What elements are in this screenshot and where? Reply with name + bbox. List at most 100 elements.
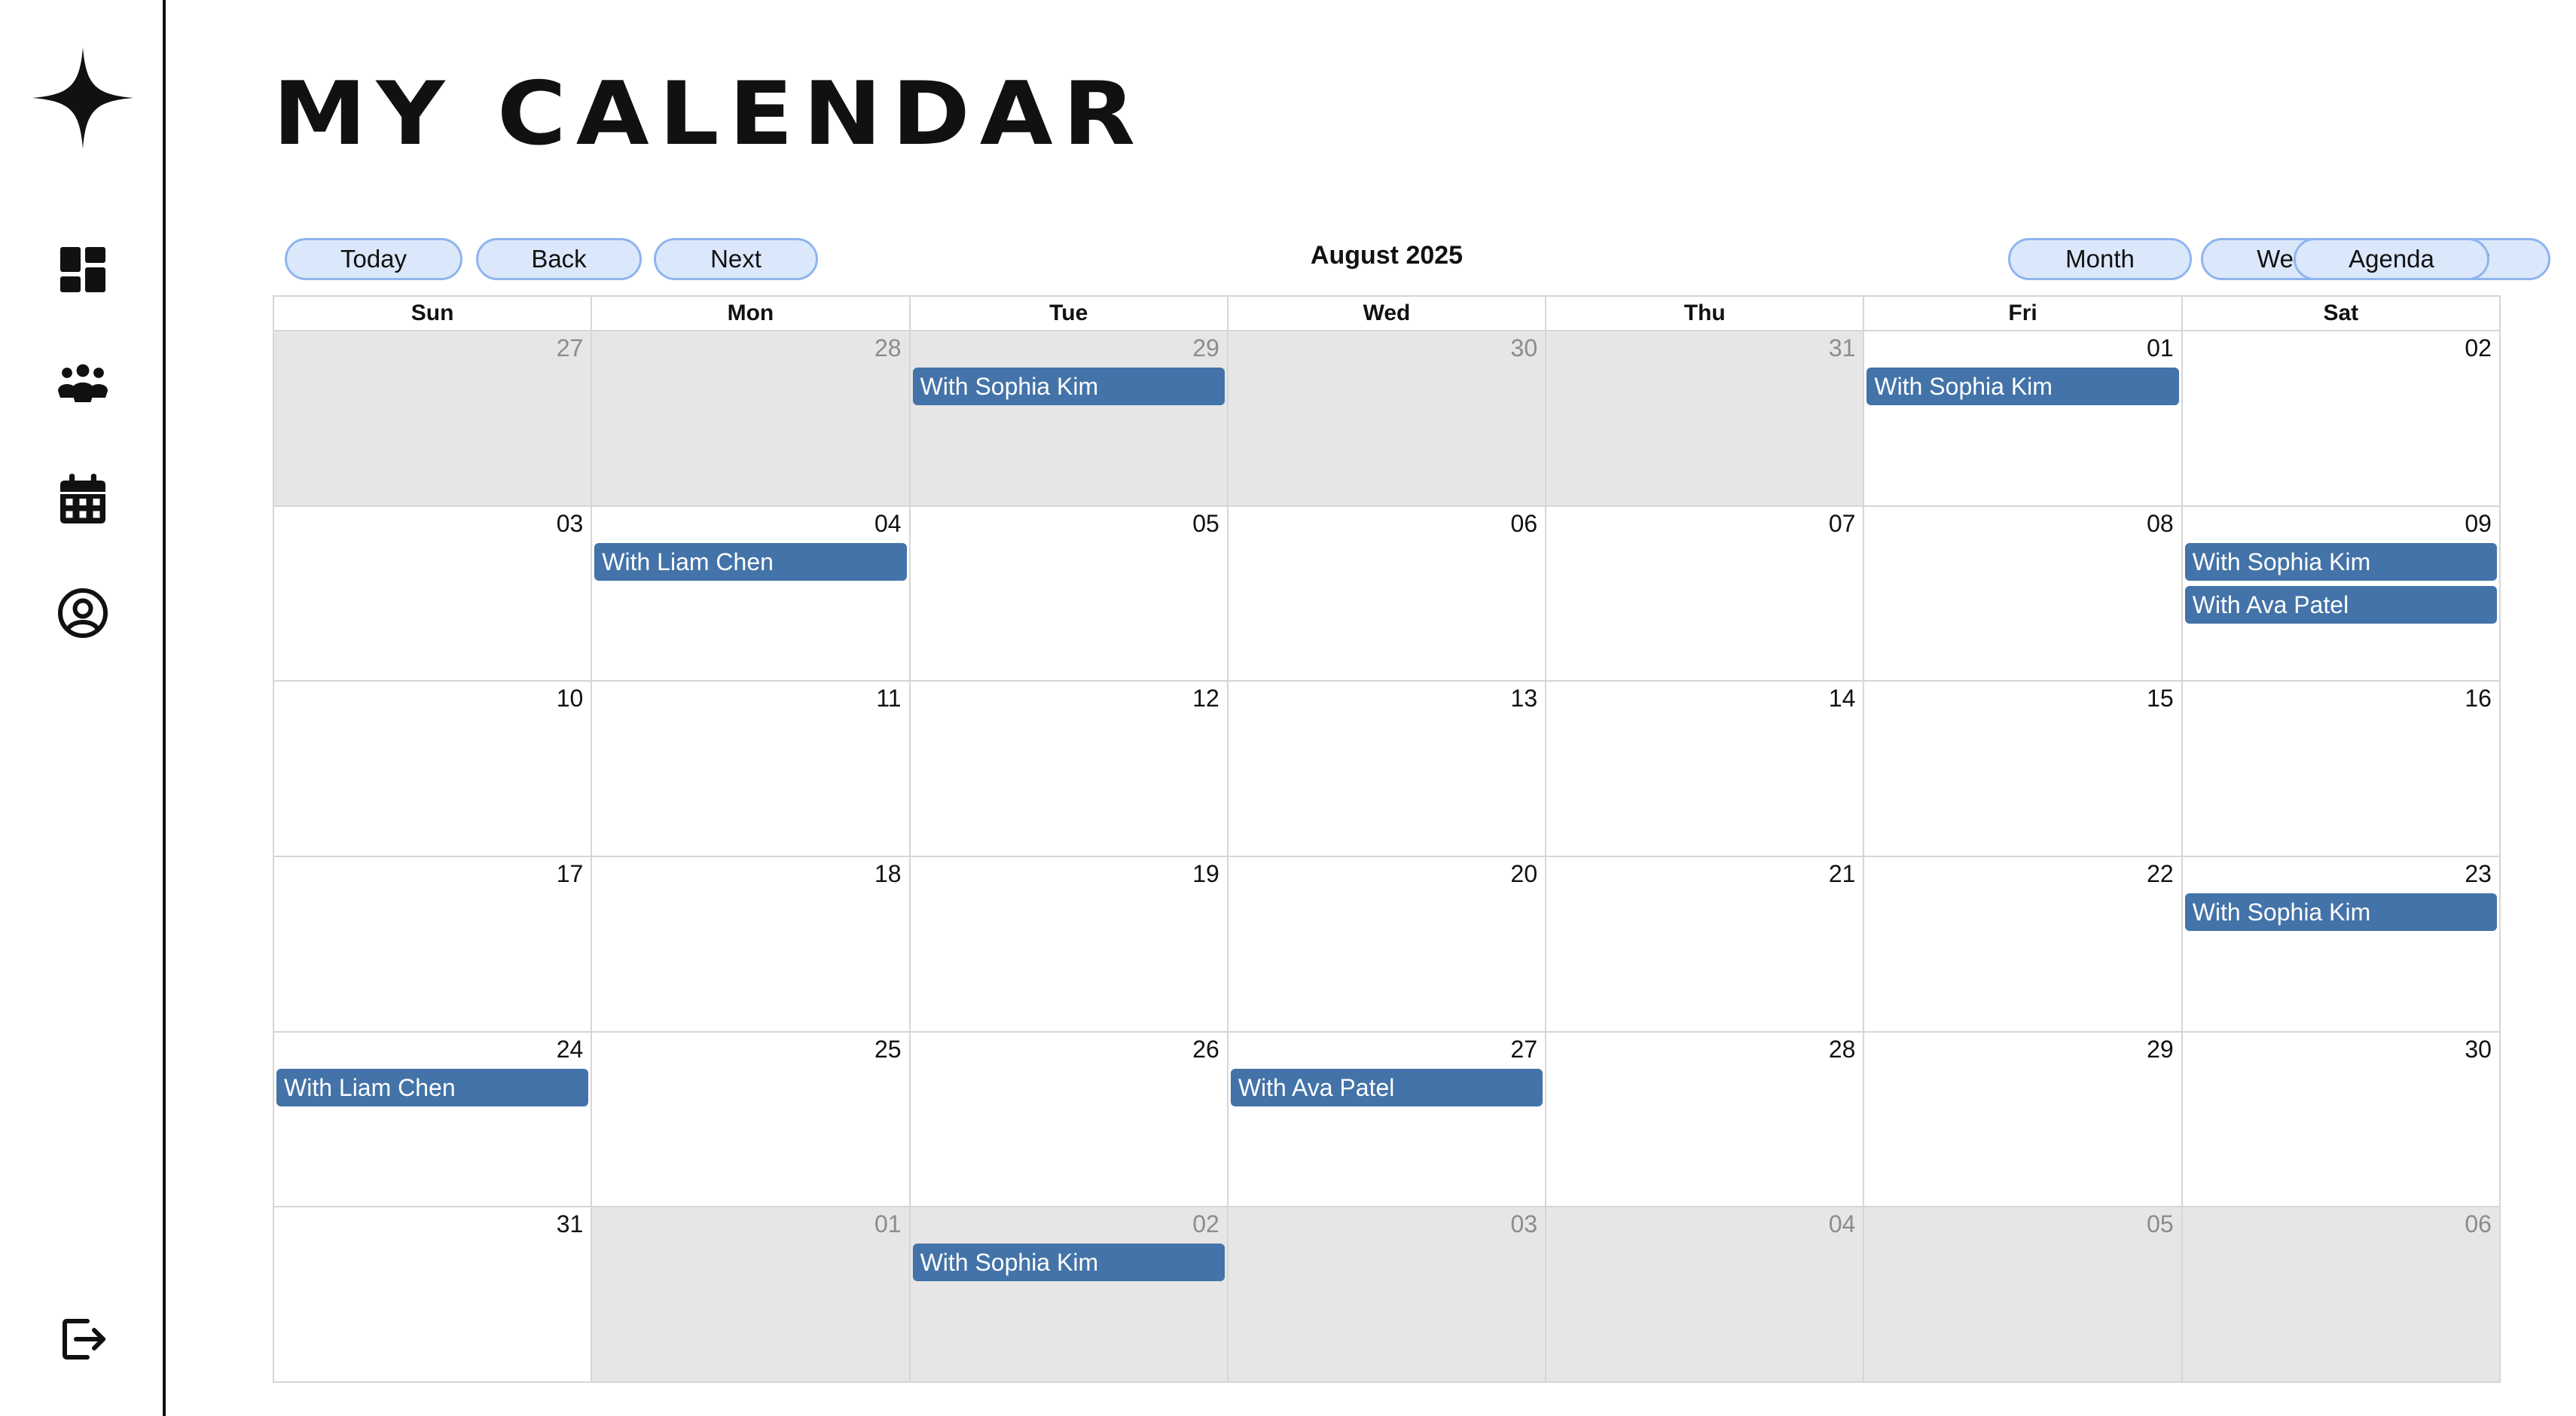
event-chip[interactable]: With Sophia Kim <box>912 368 1225 405</box>
day-cell[interactable]: 17 <box>274 857 591 1031</box>
day-number[interactable]: 26 <box>1192 1036 1219 1064</box>
view-agenda-button[interactable]: Agenda <box>2294 238 2489 280</box>
day-cell[interactable]: 22 <box>1863 857 2181 1031</box>
day-number[interactable]: 03 <box>1511 1210 1538 1238</box>
day-cell[interactable]: 15 <box>1863 682 2181 856</box>
day-number[interactable]: 13 <box>1511 685 1538 713</box>
day-cell[interactable]: 05 <box>908 506 1227 681</box>
day-number[interactable]: 18 <box>874 860 902 888</box>
day-number[interactable]: 15 <box>2147 685 2174 713</box>
day-number[interactable]: 31 <box>557 1210 584 1238</box>
day-number[interactable]: 04 <box>874 510 902 538</box>
day-cell[interactable]: 11 <box>591 682 909 856</box>
sidebar-item-calendar[interactable] <box>45 462 121 538</box>
day-number[interactable]: 14 <box>1829 685 1856 713</box>
day-number[interactable]: 05 <box>1192 510 1219 538</box>
day-cell[interactable]: 04 With Liam Chen <box>591 506 909 681</box>
day-number[interactable]: 04 <box>1829 1210 1856 1238</box>
day-number[interactable]: 23 <box>2465 860 2492 888</box>
day-number[interactable]: 16 <box>2465 685 2492 713</box>
day-number[interactable]: 02 <box>2465 334 2492 362</box>
day-cell[interactable]: 04 <box>1545 1207 1863 1382</box>
day-number[interactable]: 25 <box>874 1036 902 1064</box>
day-cell[interactable]: 06 <box>2181 1207 2499 1382</box>
today-button[interactable]: Today <box>285 238 462 280</box>
day-number[interactable]: 20 <box>1511 860 1538 888</box>
day-number[interactable]: 27 <box>1511 1036 1538 1064</box>
event-chip[interactable]: With Liam Chen <box>594 542 907 581</box>
day-cell[interactable]: 02 With Sophia Kim <box>908 1207 1227 1382</box>
day-number[interactable]: 29 <box>2147 1036 2174 1064</box>
day-cell[interactable]: 30 <box>2181 1032 2499 1207</box>
day-number[interactable]: 29 <box>1192 334 1219 362</box>
day-cell[interactable]: 29 With Sophia Kim <box>908 331 1227 505</box>
day-cell[interactable]: 02 <box>2181 331 2499 505</box>
event-chip[interactable]: With Ava Patel <box>2184 585 2497 624</box>
day-cell[interactable]: 12 <box>908 682 1227 856</box>
day-cell[interactable]: 16 <box>2181 682 2499 856</box>
sidebar-item-dashboard[interactable] <box>45 233 121 309</box>
day-cell[interactable]: 14 <box>1545 682 1863 856</box>
event-chip[interactable]: With Sophia Kim <box>912 1244 1225 1282</box>
sidebar-item-users[interactable] <box>45 348 121 423</box>
day-cell[interactable]: 09 With Sophia Kim With Ava Patel <box>2181 506 2499 681</box>
day-cell[interactable]: 30 <box>1226 331 1546 505</box>
day-cell[interactable]: 28 <box>1545 1032 1863 1207</box>
day-cell[interactable]: 28 <box>591 331 909 505</box>
day-cell[interactable]: 01 <box>591 1207 909 1382</box>
day-cell[interactable]: 24 With Liam Chen <box>274 1032 591 1207</box>
day-cell[interactable]: 26 <box>908 1032 1227 1207</box>
day-cell[interactable]: 19 <box>908 857 1227 1031</box>
day-cell[interactable]: 01 With Sophia Kim <box>1863 331 2181 505</box>
event-chip[interactable]: With Sophia Kim <box>2184 893 2497 932</box>
day-number[interactable]: 06 <box>1511 510 1538 538</box>
day-number[interactable]: 08 <box>2147 510 2174 538</box>
view-month-button[interactable]: Month <box>2008 238 2192 280</box>
day-cell[interactable]: 10 <box>274 682 591 856</box>
day-cell[interactable]: 29 <box>1863 1032 2181 1207</box>
day-number[interactable]: 01 <box>874 1210 902 1238</box>
day-number[interactable]: 01 <box>2147 334 2174 362</box>
event-chip[interactable]: With Sophia Kim <box>1866 368 2179 405</box>
day-cell[interactable]: 20 <box>1226 857 1546 1031</box>
event-chip[interactable]: With Liam Chen <box>276 1068 589 1106</box>
day-cell[interactable]: 03 <box>1226 1207 1546 1382</box>
back-button[interactable]: Back <box>476 238 642 280</box>
day-number[interactable]: 28 <box>1829 1036 1856 1064</box>
day-number[interactable]: 09 <box>2465 510 2492 538</box>
day-cell[interactable]: 27 With Ava Patel <box>1226 1032 1546 1207</box>
day-number[interactable]: 03 <box>557 510 584 538</box>
day-cell[interactable]: 31 <box>274 1207 591 1382</box>
day-number[interactable]: 07 <box>1829 510 1856 538</box>
sidebar-item-profile[interactable] <box>45 577 121 652</box>
day-number[interactable]: 31 <box>1829 334 1856 362</box>
day-cell[interactable]: 13 <box>1226 682 1546 856</box>
day-cell[interactable]: 05 <box>1863 1207 2181 1382</box>
day-number[interactable]: 05 <box>2147 1210 2174 1238</box>
day-number[interactable]: 21 <box>1829 860 1856 888</box>
day-number[interactable]: 24 <box>557 1036 584 1064</box>
day-number[interactable]: 19 <box>1192 860 1219 888</box>
day-cell[interactable]: 08 <box>1863 506 2181 681</box>
day-cell[interactable]: 07 <box>1545 506 1863 681</box>
day-cell[interactable]: 03 <box>274 506 591 681</box>
event-chip[interactable]: With Ava Patel <box>1230 1068 1543 1106</box>
day-number[interactable]: 06 <box>2465 1210 2492 1238</box>
day-cell[interactable]: 21 <box>1545 857 1863 1031</box>
day-number[interactable]: 02 <box>1192 1210 1219 1238</box>
day-number[interactable]: 11 <box>876 685 901 713</box>
next-button[interactable]: Next <box>654 238 818 280</box>
day-number[interactable]: 27 <box>557 334 584 362</box>
day-cell[interactable]: 25 <box>591 1032 909 1207</box>
event-chip[interactable]: With Sophia Kim <box>2184 542 2497 581</box>
day-number[interactable]: 17 <box>557 860 584 888</box>
day-cell[interactable]: 06 <box>1226 506 1546 681</box>
day-number[interactable]: 22 <box>2147 860 2174 888</box>
day-cell[interactable]: 31 <box>1545 331 1863 505</box>
day-number[interactable]: 12 <box>1192 685 1219 713</box>
day-number[interactable]: 10 <box>557 685 584 713</box>
day-number[interactable]: 30 <box>2465 1036 2492 1064</box>
logout-button[interactable] <box>45 1303 121 1378</box>
day-cell[interactable]: 27 <box>274 331 591 505</box>
day-number[interactable]: 30 <box>1511 334 1538 362</box>
